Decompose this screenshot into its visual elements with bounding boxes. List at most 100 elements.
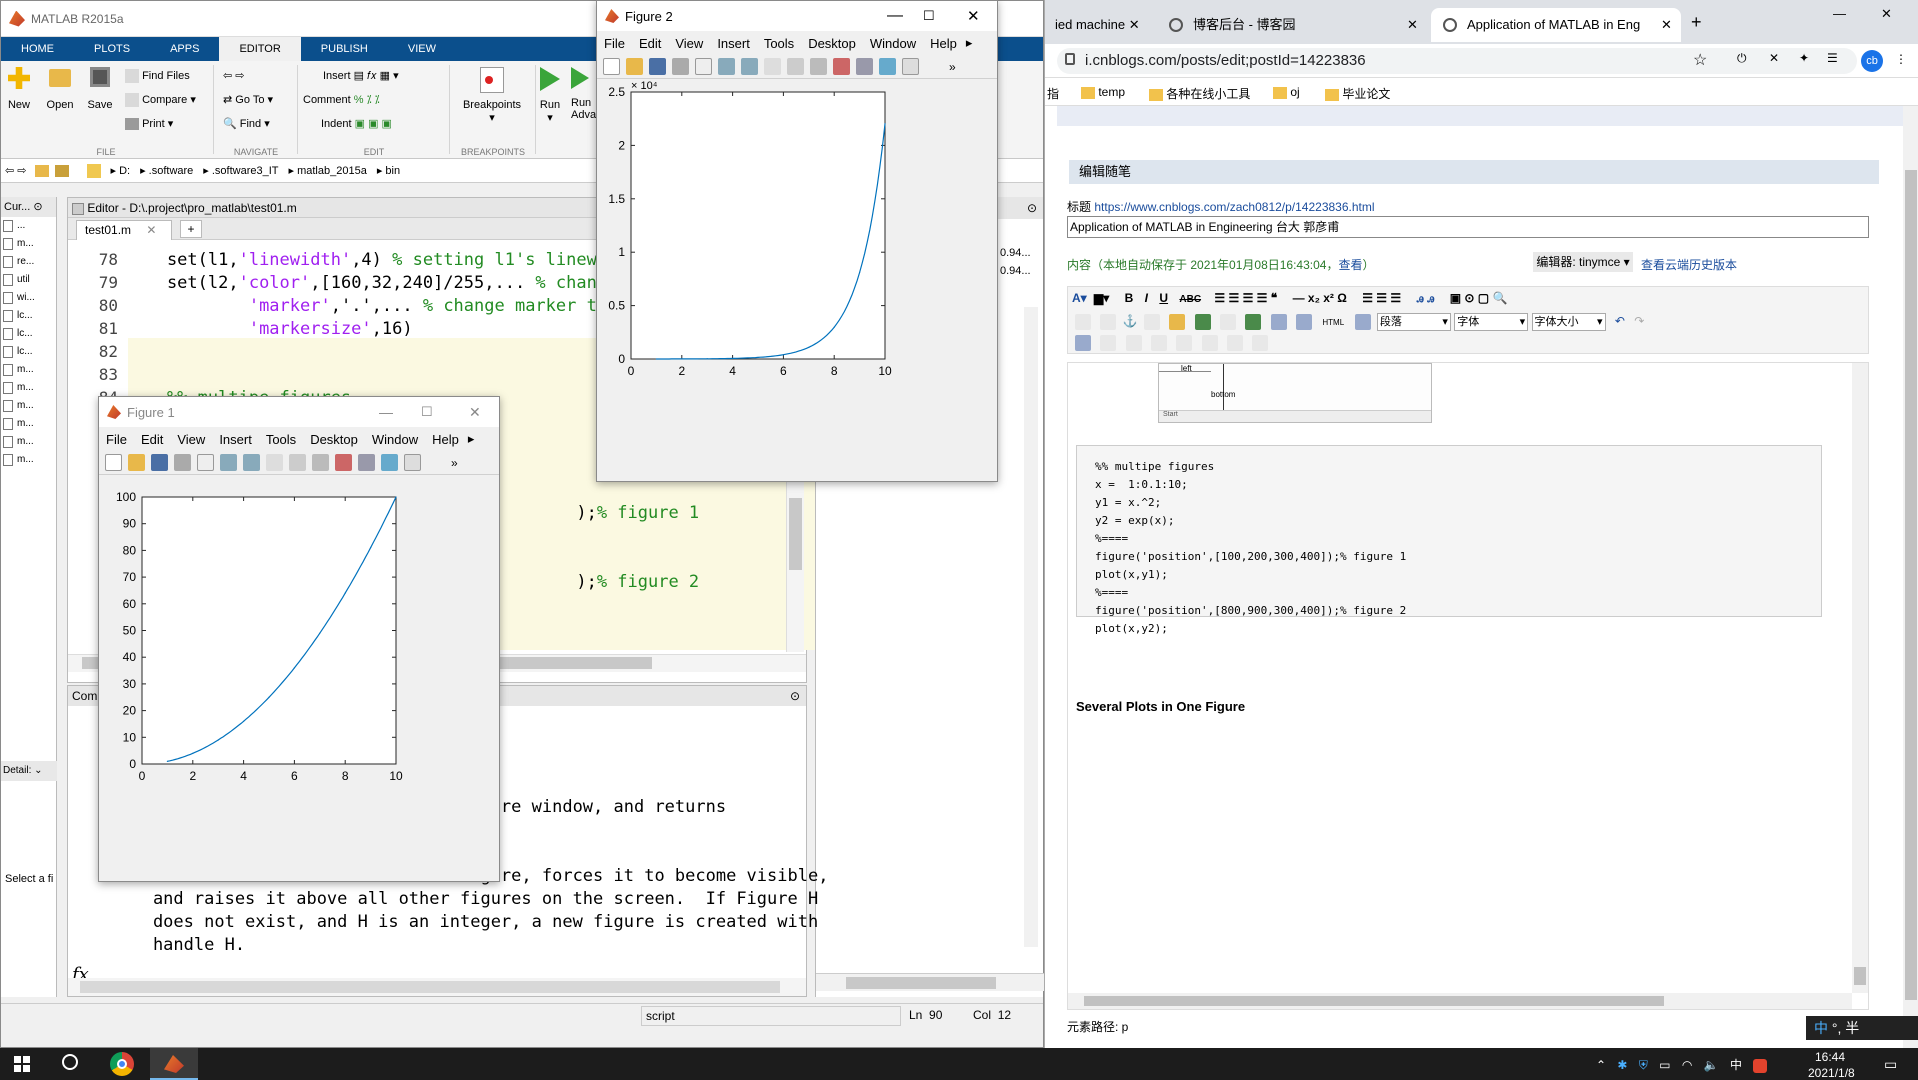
folder-item[interactable]: m... (1, 379, 56, 397)
find-files-button[interactable]: Find Files (125, 69, 190, 83)
zoom-out-icon[interactable] (741, 58, 758, 75)
folder-up-icon[interactable] (34, 164, 49, 177)
matlab-taskbar-icon[interactable] (150, 1048, 198, 1080)
bookmark-tools[interactable]: 各种在线小工具 (1149, 85, 1250, 102)
html-icon[interactable]: HTML (1322, 318, 1344, 327)
close-icon[interactable]: ✕ (146, 223, 156, 237)
figure2-plot[interactable]: 0 2 4 6 8 10 0 0.5 1 1.5 2 2.5 × 10⁴ (597, 79, 997, 481)
rotate-icon[interactable] (787, 58, 804, 75)
pointer-icon[interactable] (197, 454, 214, 471)
folder-item[interactable]: m... (1, 451, 56, 469)
add-tab-button[interactable]: + (180, 220, 202, 238)
menu-window[interactable]: Window (372, 432, 418, 447)
minimize-icon[interactable]: — (1833, 6, 1846, 21)
power-icon[interactable]: ⏻ (1737, 51, 1747, 66)
preview-icon[interactable] (1354, 314, 1371, 330)
more-icon[interactable]: ▸ (468, 431, 475, 447)
volume-icon[interactable]: 🔈 (1704, 1058, 1719, 1072)
tab-apps[interactable]: APPS (150, 37, 219, 61)
hr-icon[interactable]: — x₂ x² Ω (1293, 291, 1347, 305)
folder-item[interactable]: m... (1, 361, 56, 379)
chevron-up-icon[interactable]: ⌃ (1596, 1058, 1606, 1072)
menu-edit[interactable]: Edit (141, 432, 163, 447)
new-figure-icon[interactable] (105, 454, 122, 471)
bookmark-temp[interactable]: temp (1081, 85, 1125, 99)
pan-icon[interactable] (764, 58, 781, 75)
new-tab-button[interactable]: + (1691, 12, 1702, 33)
link-icon[interactable] (358, 454, 375, 471)
avatar[interactable]: cb (1861, 50, 1883, 72)
align-icon[interactable]: ☰ ☰ ☰ (1362, 291, 1401, 305)
folder-item[interactable]: lc... (1, 307, 56, 325)
view-autosave-link[interactable]: 查看 (1338, 258, 1362, 272)
zoom-in-icon[interactable] (220, 454, 237, 471)
table-icon[interactable] (1151, 335, 1168, 351)
find-button[interactable]: 🔍 Find ▾ (223, 117, 270, 130)
text-color-icon[interactable]: A▾ (1072, 291, 1087, 305)
data-cursor-icon[interactable] (810, 58, 827, 75)
more-icon[interactable]: ▸ (966, 35, 973, 51)
undo-icon[interactable]: ↶ (1615, 314, 1625, 328)
root-folder-icon[interactable] (86, 163, 101, 178)
print-icon[interactable] (672, 58, 689, 75)
bold-icon[interactable]: B (1125, 291, 1134, 305)
folder-item[interactable]: util (1, 271, 56, 289)
panel-menu-icon[interactable]: ⊙ (1027, 201, 1037, 215)
tab-view[interactable]: VIEW (388, 37, 456, 61)
menu-desktop[interactable]: Desktop (310, 432, 358, 447)
table-icon[interactable] (1100, 335, 1117, 351)
folder-item[interactable]: lc... (1, 343, 56, 361)
media-icon[interactable] (1220, 314, 1237, 330)
table-icon[interactable] (1201, 335, 1218, 351)
menu-tools[interactable]: Tools (764, 36, 794, 51)
clock[interactable]: 16:44 2021/1/8 (1808, 1050, 1855, 1080)
notification-icon[interactable]: ▭ (1884, 1056, 1897, 1073)
save-icon[interactable] (649, 58, 666, 75)
menu-view[interactable]: View (675, 36, 703, 51)
italic-icon[interactable]: I (1145, 291, 1148, 305)
windows-start-icon[interactable] (14, 1056, 30, 1072)
title-input[interactable]: Application of MATLAB in Engineering 台大 … (1067, 216, 1869, 238)
folder-item[interactable]: lc... (1, 325, 56, 343)
path-segment[interactable]: ▸ .software3_IT (203, 164, 278, 177)
page-scrollbar[interactable] (1903, 106, 1918, 1048)
eraser-icon[interactable] (1143, 314, 1160, 330)
folder-item[interactable]: ... (1, 217, 56, 235)
menu-desktop[interactable]: Desktop (808, 36, 856, 51)
path-segment[interactable]: ▸ D: (111, 164, 131, 177)
file-icon[interactable] (1245, 314, 1262, 330)
comment-button[interactable]: Comment % ⁒ ⁒ (303, 93, 380, 106)
star-icon[interactable]: ☆ (1693, 50, 1707, 70)
browser-tab[interactable]: ied machine ✕ (1045, 8, 1153, 42)
back-forward-buttons[interactable]: ⇦ ⇨ (223, 69, 245, 82)
menu-file[interactable]: File (106, 432, 127, 447)
back-icon[interactable]: ⇦ ⇨ (5, 164, 27, 177)
menu-insert[interactable]: Insert (717, 36, 750, 51)
close-icon[interactable]: ✕ (1407, 8, 1418, 42)
go-to-button[interactable]: ⇄ Go To ▾ (223, 93, 273, 106)
legend-icon[interactable] (902, 58, 919, 75)
figure1-plot[interactable]: 0 2 4 6 8 100102030405060708090100 (99, 475, 499, 881)
ime-indicator[interactable]: 中 °, 半 (1806, 1016, 1918, 1040)
details-header[interactable]: Detail: ⌄ (1, 761, 57, 781)
close-icon[interactable]: ✕ (1129, 17, 1140, 32)
history-link[interactable]: 查看云端历史版本 (1641, 256, 1737, 273)
search-replace-icon[interactable]: ꭿ ꭿ (1417, 291, 1435, 305)
list-icon[interactable]: ☰ ☰ ☰ ☰ ❝ (1214, 291, 1277, 305)
path-segment[interactable]: ▸ .software (140, 164, 193, 177)
pointer-icon[interactable] (695, 58, 712, 75)
close-icon[interactable]: ✕ (1881, 6, 1892, 22)
colorbar-icon[interactable] (381, 454, 398, 471)
content-scrollbar[interactable] (1852, 363, 1868, 993)
playlist-icon[interactable]: ☰ (1827, 51, 1838, 65)
bookmark-overflow[interactable]: 指 (1047, 85, 1059, 102)
bookmark-oj[interactable]: oj (1273, 85, 1300, 99)
maximize-icon[interactable]: ☐ (421, 404, 433, 420)
panel-menu-icon[interactable]: ⊙ (33, 201, 42, 213)
puzzle-icon[interactable]: ✦ (1799, 51, 1809, 65)
ime-taskbar[interactable]: 中 (1730, 1058, 1742, 1072)
folder-item[interactable]: m... (1, 235, 56, 253)
image-icon[interactable] (1194, 314, 1211, 330)
clean-icon[interactable] (1169, 314, 1186, 330)
maximize-icon[interactable]: ☐ (923, 8, 935, 24)
